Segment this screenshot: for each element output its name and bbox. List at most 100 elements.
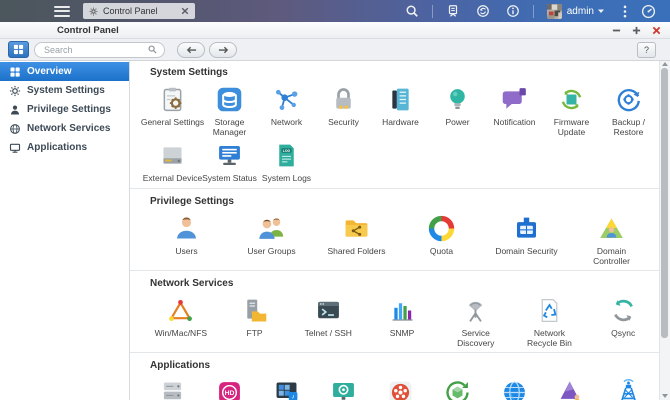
tab-close-icon[interactable] [181, 7, 189, 15]
network-globe-icon [9, 123, 21, 135]
grid-view-icon [13, 44, 24, 55]
hardware-icon [386, 85, 415, 114]
external-device-icon [158, 141, 187, 170]
app-hardware[interactable]: Hardware [372, 85, 429, 137]
app-label: SNMP [366, 328, 438, 338]
sidebar-item-overview[interactable]: Overview [0, 62, 129, 81]
system-status-icon [215, 141, 244, 170]
app-quota[interactable]: Quota [399, 214, 484, 266]
app-vpn-server[interactable]: VPN Server [600, 378, 657, 400]
control-panel-tab[interactable]: Control Panel [83, 3, 195, 19]
app-firmware-update[interactable]: Firmware Update [543, 85, 600, 137]
section-title: Network Services [150, 278, 660, 289]
sidebar-item-network-services[interactable]: Network Services [0, 119, 129, 138]
privilege-user-icon [9, 104, 21, 116]
app-label: Backup / Restore [593, 117, 661, 137]
sidebar-item-privilege-settings[interactable]: Privilege Settings [0, 100, 129, 119]
help-button[interactable]: ? [637, 42, 656, 58]
username-label[interactable]: admin [567, 6, 594, 17]
dashboard-gauge-icon[interactable] [641, 4, 656, 19]
app-users[interactable]: Users [144, 214, 229, 266]
app-storage-manager[interactable]: Storage Manager [201, 85, 258, 137]
app-shared-folders[interactable]: Shared Folders [314, 214, 399, 266]
section-applications: Applications Station ManagerHDHybridDesk … [130, 353, 660, 400]
snmp-icon [388, 296, 417, 325]
app-external-device[interactable]: External Device [144, 141, 201, 183]
app-multimedia-management[interactable]: Multimedia Management [372, 378, 429, 400]
hybriddesk-station-icon: HD [215, 378, 244, 400]
maximize-icon[interactable] [632, 26, 641, 35]
app-dlna-media-server[interactable]: DLNA Media Server [315, 378, 372, 400]
win-mac-nfs-icon [166, 296, 195, 325]
app-domain-security[interactable]: Domain Security [484, 214, 569, 266]
domain-controller-icon [597, 214, 626, 243]
applications-screen-icon [9, 142, 21, 154]
section-title: Applications [150, 360, 660, 371]
app-label: Telnet / SSH [292, 328, 364, 338]
user-avatar[interactable] [547, 4, 562, 19]
app-network[interactable]: Network [258, 85, 315, 137]
app-win-mac-nfs[interactable]: Win/Mac/NFS [144, 296, 218, 348]
search-box [34, 42, 165, 58]
close-icon[interactable] [652, 26, 661, 35]
main-menu-icon[interactable] [54, 6, 70, 17]
app-label: Domain Controller [576, 246, 648, 266]
app-system-logs[interactable]: LOGSystem Logs [258, 141, 315, 183]
app-system-status[interactable]: System Status [201, 141, 258, 183]
app-grid-row: Win/Mac/NFSFTPTelnet / SSHSNMPService Di… [130, 296, 660, 352]
app-qsync[interactable]: Qsync [586, 296, 660, 348]
view-toggle-button[interactable] [8, 41, 29, 58]
app-network-recycle-bin[interactable]: Network Recycle Bin [513, 296, 587, 348]
app-general-settings[interactable]: General Settings [144, 85, 201, 137]
app-snmp[interactable]: SNMP [365, 296, 439, 348]
sidebar-item-label: Privilege Settings [27, 104, 111, 115]
app-itunes-server[interactable]: ♪iTunes Server [258, 378, 315, 400]
scrollbar-thumb[interactable] [661, 68, 668, 338]
sidebar-item-applications[interactable]: Applications [0, 138, 129, 157]
domain-security-icon [512, 214, 541, 243]
app-label: Shared Folders [321, 246, 393, 256]
info-icon[interactable] [506, 4, 520, 18]
sidebar-item-label: Overview [27, 66, 71, 77]
app-domain-controller[interactable]: Domain Controller [569, 214, 654, 266]
app-backup-restore[interactable]: Backup / Restore [600, 85, 657, 137]
app-user-groups[interactable]: User Groups [229, 214, 314, 266]
service-discovery-icon [461, 296, 490, 325]
app-power[interactable]: Power [429, 85, 486, 137]
sidebar-item-label: Applications [27, 142, 87, 153]
magnifier-icon [148, 45, 157, 54]
kebab-menu-icon[interactable] [623, 5, 627, 18]
background-tasks-icon[interactable] [446, 4, 460, 18]
app-hybriddesk-station[interactable]: HDHybridDesk Station [201, 378, 258, 400]
app-ftp[interactable]: FTP [218, 296, 292, 348]
app-ldap-server[interactable]: LDAP Server [543, 378, 600, 400]
multimedia-management-icon [386, 378, 415, 400]
app-service-discovery[interactable]: Service Discovery [439, 296, 513, 348]
user-menu-caret-icon[interactable] [597, 7, 605, 15]
app-notification[interactable]: Notification [486, 85, 543, 137]
app-label: FTP [219, 328, 291, 338]
station-manager-icon [158, 378, 187, 400]
vertical-scrollbar[interactable] [659, 60, 670, 400]
app-station-manager[interactable]: Station Manager [144, 378, 201, 400]
sidebar-item-system-settings[interactable]: System Settings [0, 81, 129, 100]
window-title-bar: Control Panel [0, 22, 670, 39]
app-telnet-ssh[interactable]: Telnet / SSH [291, 296, 365, 348]
scroll-down-icon[interactable] [662, 394, 668, 398]
minimize-icon[interactable] [612, 26, 621, 35]
app-web-server[interactable]: Web Server [486, 378, 543, 400]
search-input[interactable] [42, 44, 148, 56]
overview-grid-icon [9, 66, 21, 78]
section-system-settings: System SettingsGeneral SettingsStorage M… [130, 60, 660, 189]
app-security[interactable]: Security [315, 85, 372, 137]
app-label: Qsync [587, 328, 659, 338]
forward-button[interactable] [209, 42, 237, 58]
search-icon[interactable] [405, 4, 419, 18]
notification-icon [500, 85, 529, 114]
app-transcode-management[interactable]: Transcode Management [429, 378, 486, 400]
scroll-up-icon[interactable] [662, 62, 668, 66]
sync-status-icon[interactable] [476, 4, 490, 18]
back-button[interactable] [177, 42, 205, 58]
divider [533, 5, 534, 18]
window-toolbar: ? [0, 39, 670, 61]
